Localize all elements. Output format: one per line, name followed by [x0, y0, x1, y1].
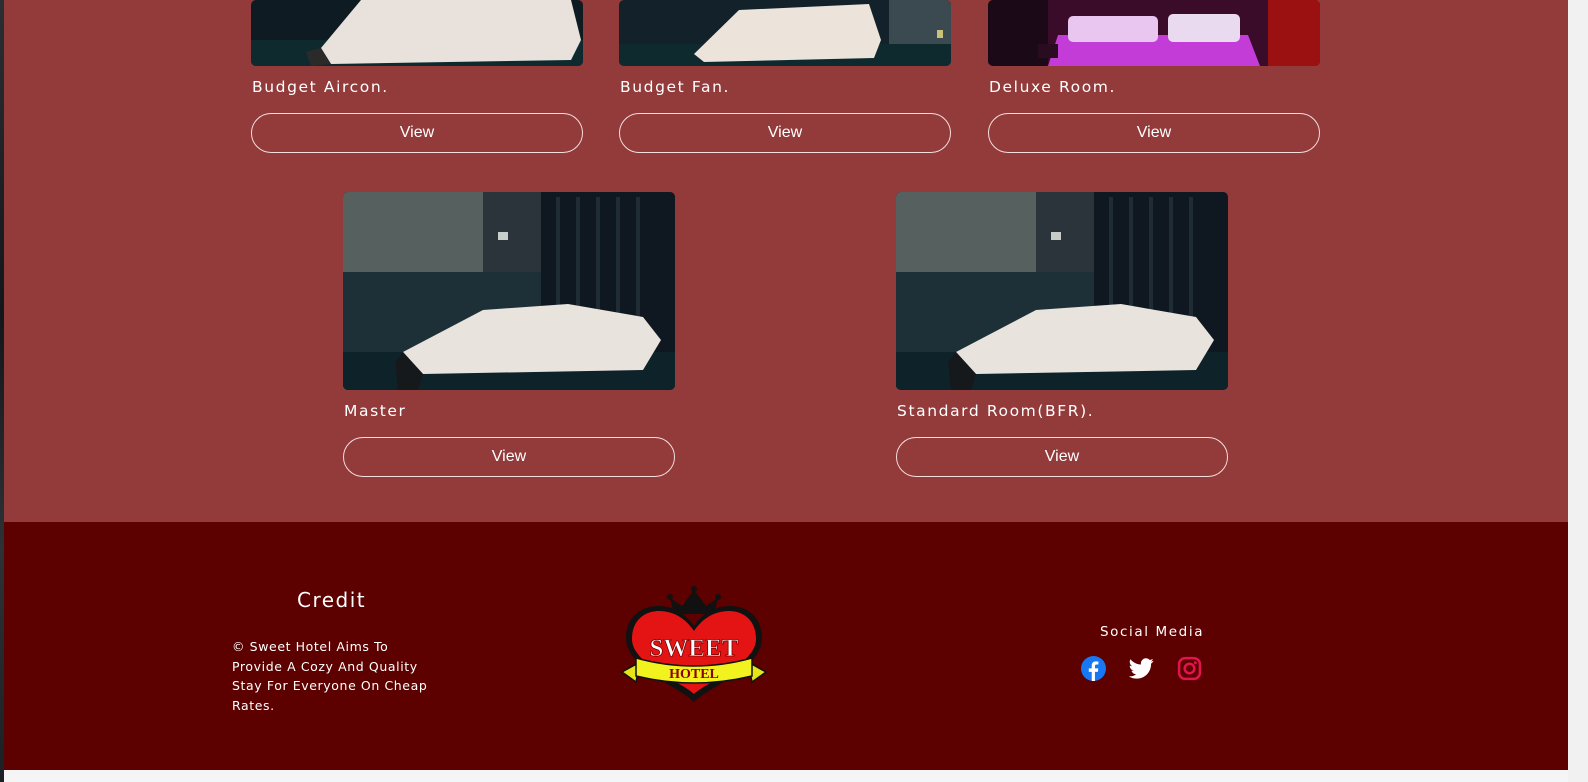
- room-photo: [896, 192, 1228, 390]
- room-photo: [619, 0, 951, 66]
- view-button[interactable]: View: [343, 437, 675, 477]
- room-card-budget-fan: Budget Fan. View: [619, 0, 953, 153]
- facebook-icon[interactable]: [1081, 656, 1106, 681]
- site-footer: Credit © Sweet Hotel Aims To Provide A C…: [4, 522, 1568, 770]
- social-media-title: Social Media: [1100, 624, 1205, 640]
- room-card-master: Master View: [343, 192, 677, 477]
- social-icons: [1081, 656, 1202, 681]
- view-button[interactable]: View: [251, 113, 583, 153]
- room-photo: [343, 192, 675, 390]
- twitter-icon[interactable]: [1129, 656, 1154, 681]
- view-button[interactable]: View: [896, 437, 1228, 477]
- room-name: Deluxe Room.: [989, 78, 1117, 96]
- room-name: Standard Room(BFR).: [897, 402, 1095, 420]
- room-photo: [988, 0, 1320, 66]
- page-bottom-edge: [4, 770, 1568, 782]
- sweet-hotel-logo[interactable]: SWEET HOTEL: [618, 586, 770, 710]
- room-card-standard-room-bfr: Standard Room(BFR). View: [896, 192, 1230, 477]
- room-name: Budget Fan.: [620, 78, 731, 96]
- view-button[interactable]: View: [988, 113, 1320, 153]
- logo-text-hotel: HOTEL: [669, 667, 719, 682]
- instagram-icon[interactable]: [1177, 656, 1202, 681]
- room-name: Budget Aircon.: [252, 78, 389, 96]
- room-name: Master: [344, 402, 407, 420]
- room-card-deluxe-room: Deluxe Room. View: [988, 0, 1322, 153]
- view-button[interactable]: View: [619, 113, 951, 153]
- rooms-section: Budget Aircon. View Budget Fan. View Del…: [4, 0, 1568, 522]
- logo-text-sweet: SWEET: [650, 635, 739, 662]
- scrollbar-track[interactable]: [1568, 0, 1588, 782]
- credit-text: © Sweet Hotel Aims To Provide A Cozy And…: [232, 639, 428, 713]
- room-photo: [251, 0, 583, 66]
- credit-title: Credit: [297, 588, 367, 612]
- room-card-budget-aircon: Budget Aircon. View: [251, 0, 585, 153]
